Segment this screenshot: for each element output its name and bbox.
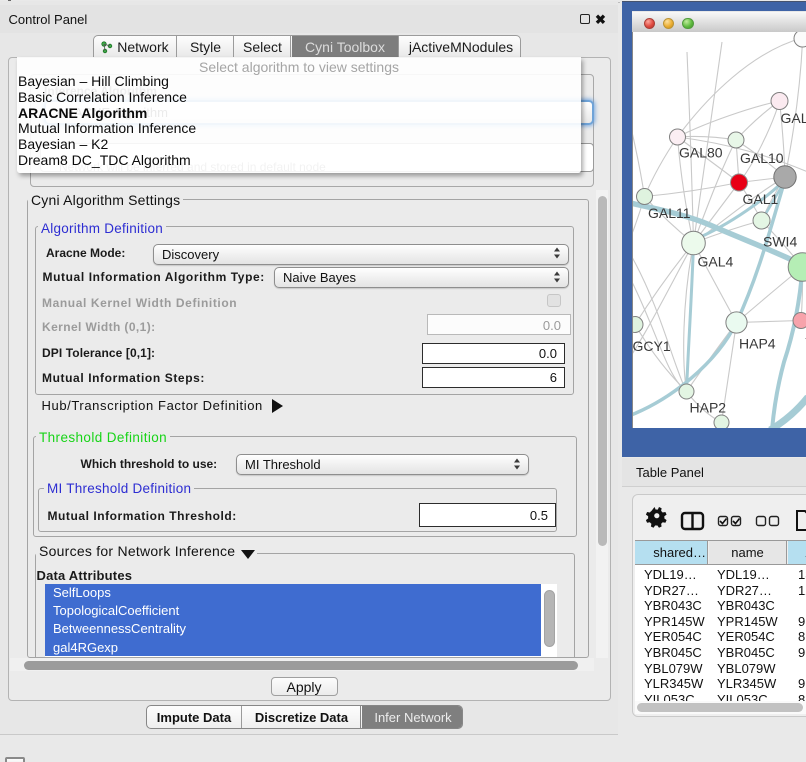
svg-text:HAP4: HAP4 (739, 336, 776, 352)
svg-text:GCY1: GCY1 (633, 338, 671, 354)
svg-text:GAL11: GAL11 (648, 205, 691, 221)
svg-text:SWI4: SWI4 (763, 234, 797, 250)
svg-text:GAL7: GAL7 (781, 110, 806, 126)
svg-text:GAL10: GAL10 (740, 150, 784, 166)
svg-text:HAP2: HAP2 (690, 400, 727, 416)
svg-text:GAL80: GAL80 (679, 145, 723, 161)
svg-text:GAL1: GAL1 (743, 191, 779, 207)
svg-text:GAL4: GAL4 (698, 254, 734, 270)
